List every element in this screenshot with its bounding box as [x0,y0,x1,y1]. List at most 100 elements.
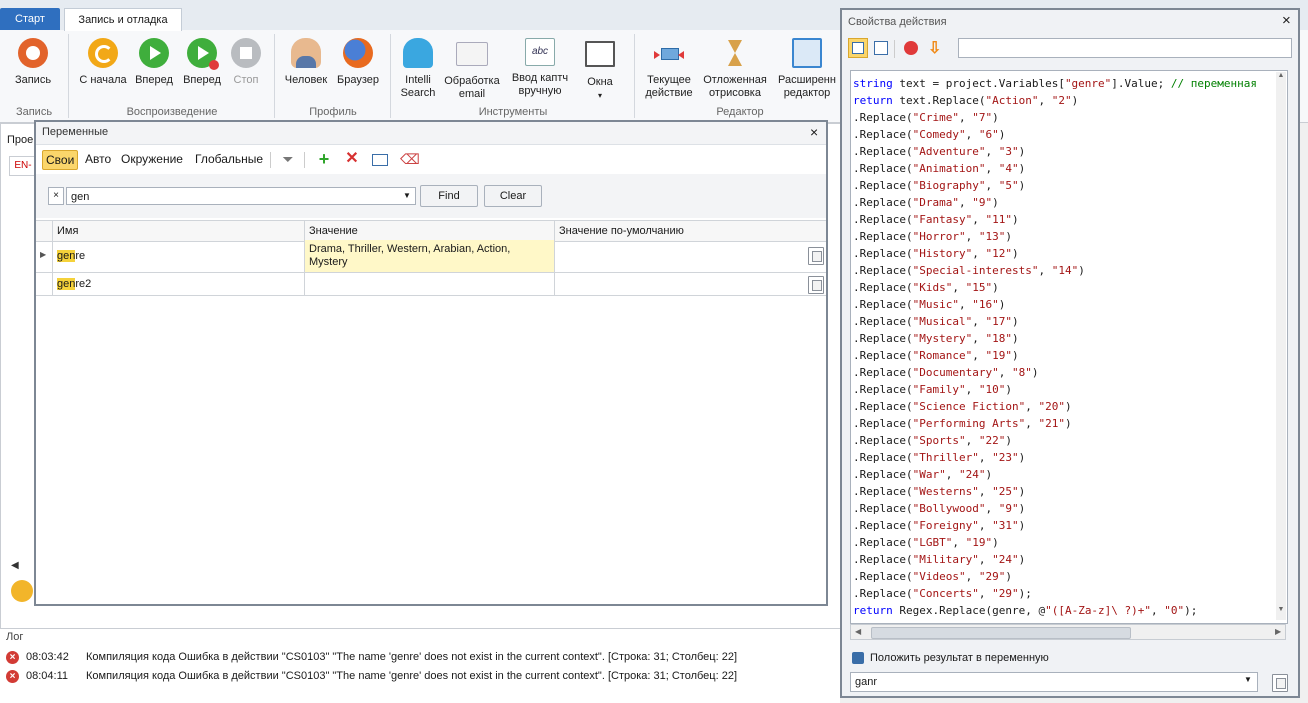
human-button[interactable]: Человек [282,36,330,87]
code-line[interactable]: .Replace("Musical", "17") [853,313,1287,330]
code-line[interactable]: .Replace("Westerns", "25") [853,483,1287,500]
variable-name-cell[interactable]: genre2 [52,273,304,295]
filter-icon[interactable]: ⏷ [280,151,296,167]
copy-icon[interactable] [808,247,824,265]
code-line[interactable]: .Replace("Concerts", "29"); [853,585,1287,602]
code-line[interactable]: .Replace("Sports", "22") [853,432,1287,449]
code-line[interactable]: .Replace("Military", "24") [853,551,1287,568]
scroll-left-icon[interactable]: ◀ [855,627,861,636]
variable-default-cell[interactable] [554,273,802,295]
browser-button[interactable]: Браузер [334,36,382,87]
code-line[interactable]: .Replace("LGBT", "19") [853,534,1287,551]
code-line[interactable]: .Replace("Documentary", "8") [853,364,1287,381]
code-line[interactable]: .Replace("Mystery", "18") [853,330,1287,347]
code-line[interactable]: .Replace("Crime", "7") [853,109,1287,126]
intelli-search-button[interactable]: Intelli Search [396,36,440,100]
code-line[interactable]: .Replace("History", "12") [853,245,1287,262]
code-line[interactable]: return text.Replace("Action", "2") [853,92,1287,109]
variable-default-cell[interactable] [554,240,802,272]
scroll-thumb[interactable] [871,627,1131,639]
result-variable-field[interactable]: ganr [850,672,1258,692]
extended-editor-button[interactable]: Расширенн редактор [774,36,840,100]
eraser-icon[interactable]: ⌫ [400,151,420,167]
chevron-down-icon[interactable]: ▼ [400,188,414,204]
code-line[interactable]: .Replace("Romance", "19") [853,347,1287,364]
tab-auto-variables[interactable]: Авто [82,150,114,168]
scroll-right-icon[interactable]: ▶ [1275,627,1281,636]
breakpoint-icon[interactable] [904,41,918,55]
code-text[interactable]: string text = project.Variables["genre"]… [851,71,1287,619]
log-entry[interactable]: × 08:03:42 Компиляция кода Ошибка в дейс… [0,648,840,667]
code-line[interactable]: .Replace("Comedy", "6") [853,126,1287,143]
rename-icon[interactable] [372,151,388,167]
code-line[interactable]: .Replace("Biography", "5") [853,177,1287,194]
search-input[interactable]: gen [66,187,416,205]
variable-value-cell[interactable] [304,273,554,295]
current-action-button[interactable]: Текущее действие [640,36,698,100]
code-editor[interactable]: string text = project.Variables["genre"]… [850,70,1288,624]
code-line[interactable]: .Replace("Horror", "13") [853,228,1287,245]
project-tab[interactable]: Прое [7,134,33,146]
tab-global-variables[interactable]: Глобальные [192,150,266,168]
tab-record-debug[interactable]: Запись и отладка [64,8,182,31]
from-start-button[interactable]: С начала [76,36,130,87]
code-line[interactable]: .Replace("Music", "16") [853,296,1287,313]
code-line[interactable]: .Replace("War", "24") [853,466,1287,483]
tab-environment-variables[interactable]: Окружение [118,150,186,168]
copy-icon[interactable] [808,276,824,294]
forward-button[interactable]: Вперед [132,36,176,87]
clear-button[interactable]: Clear [484,185,542,207]
scroll-left-icon[interactable]: ◀ [11,560,19,571]
code-horizontal-scrollbar[interactable]: ◀ ▶ [850,624,1286,640]
variable-name-rest: re2 [75,278,92,290]
deferred-render-button[interactable]: Отложенная отрисовка [702,36,768,100]
clear-search-icon[interactable]: × [48,187,64,205]
column-header-value[interactable]: Значение [304,221,554,241]
code-line[interactable]: .Replace("Adventure", "3") [853,143,1287,160]
variable-name-cell[interactable]: genre [52,240,304,272]
find-button[interactable]: Find [420,185,478,207]
captcha-input-button[interactable]: abc Ввод каптч вручную [508,36,572,98]
tab-own-variables[interactable]: Свои [42,150,79,170]
record-button[interactable]: Запись [8,36,58,87]
table-view-icon[interactable] [848,38,868,58]
code-line[interactable]: .Replace("Fantasy", "11") [853,211,1287,228]
copy-icon[interactable] [1272,674,1288,692]
code-line[interactable]: .Replace("Videos", "29") [853,568,1287,585]
delete-icon[interactable]: ✕ [344,151,360,167]
gear-icon[interactable] [11,580,33,602]
properties-filter-input[interactable] [958,38,1292,58]
code-line[interactable]: .Replace("Thriller", "23") [853,449,1287,466]
code-line[interactable]: return Regex.Replace(genre, @"([A-Za-z]\… [853,602,1287,619]
code-line[interactable]: .Replace("Special-interests", "14") [853,262,1287,279]
code-line[interactable]: .Replace("Foreigny", "31") [853,517,1287,534]
code-line[interactable]: .Replace("Performing Arts", "21") [853,415,1287,432]
variable-value-cell[interactable]: Drama, Thriller, Western, Arabian, Actio… [304,240,554,272]
tab-start[interactable]: Старт [0,8,60,30]
windows-button[interactable]: Окна ▾ [578,36,622,102]
code-line[interactable]: .Replace("Science Fiction", "20") [853,398,1287,415]
log-entry[interactable]: × 08:04:11 Компиляция кода Ошибка в дейс… [0,667,840,686]
code-line[interactable]: .Replace("Animation", "4") [853,160,1287,177]
chevron-down-icon[interactable]: ▼ [1244,675,1252,684]
column-header-default[interactable]: Значение по-умолчанию [554,221,802,241]
code-vertical-scrollbar[interactable]: ▲ ▼ [1276,72,1286,620]
scroll-up-icon[interactable]: ▲ [1276,72,1286,86]
table-row[interactable]: genre2 [36,273,826,296]
close-icon[interactable]: × [1282,12,1291,29]
scroll-down-icon[interactable]: ▼ [1276,606,1286,620]
code-line[interactable]: .Replace("Drama", "9") [853,194,1287,211]
stop-button[interactable]: Стоп [226,36,266,87]
edit-icon[interactable] [874,41,888,55]
email-processing-button[interactable]: Обработка email [442,36,502,101]
close-icon[interactable]: × [810,124,818,140]
code-line[interactable]: .Replace("Bollywood", "9") [853,500,1287,517]
forward-step-button[interactable]: Вперед [180,36,224,87]
code-line[interactable]: .Replace("Family", "10") [853,381,1287,398]
add-icon[interactable]: + [316,150,332,168]
code-line[interactable]: string text = project.Variables["genre"]… [853,75,1287,92]
table-row[interactable]: ▶ genre Drama, Thriller, Western, Arabia… [36,240,826,273]
arrow-down-icon[interactable]: ⇩ [928,38,941,58]
code-line[interactable]: .Replace("Kids", "15") [853,279,1287,296]
column-header-name[interactable]: Имя [52,221,304,241]
